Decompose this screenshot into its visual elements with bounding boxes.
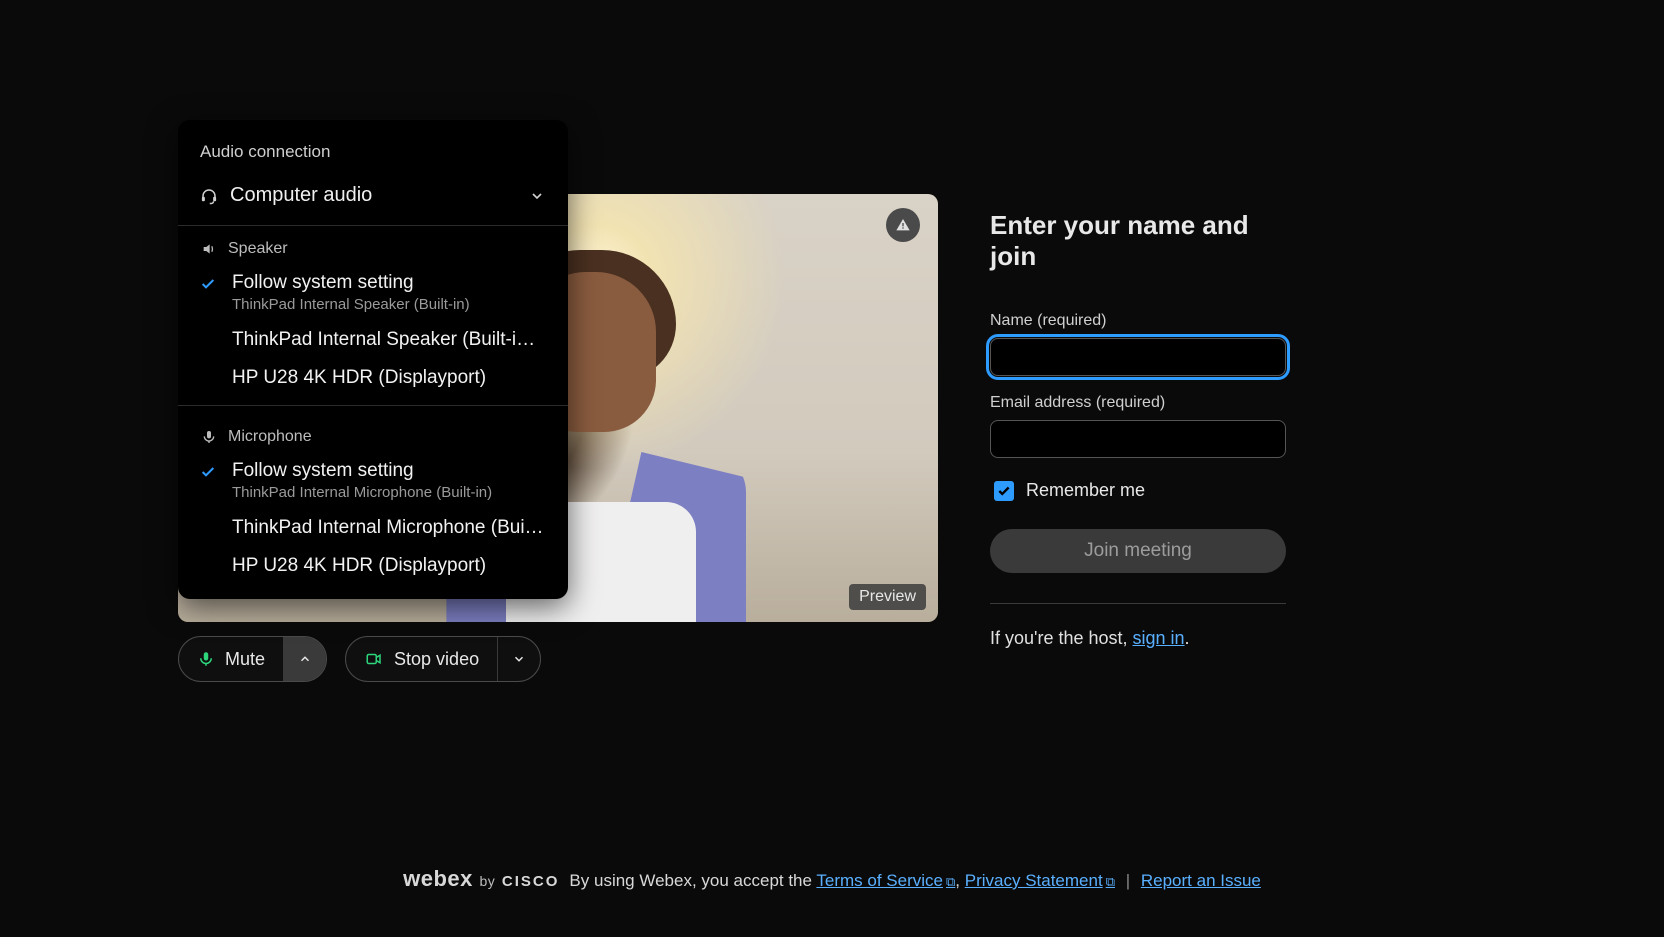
host-suffix: .	[1185, 628, 1190, 648]
microphone-section-label: Microphone	[228, 428, 312, 446]
video-options-caret[interactable]	[497, 637, 540, 681]
join-meeting-button[interactable]: Join meeting	[990, 529, 1286, 573]
preview-label: Preview	[849, 584, 926, 610]
chevron-down-icon	[512, 652, 526, 666]
headset-icon	[200, 187, 218, 205]
name-label: Name (required)	[990, 312, 1290, 330]
option-secondary: ThinkPad Internal Speaker (Built-in)	[232, 296, 546, 313]
speaker-section-header: Speaker	[178, 226, 568, 264]
host-prefix: If you're the host,	[990, 628, 1133, 648]
stop-video-button[interactable]: Stop video	[346, 637, 497, 681]
sign-in-link[interactable]: sign in	[1133, 628, 1185, 648]
speaker-section-label: Speaker	[228, 240, 288, 258]
remember-me-row[interactable]: Remember me	[994, 480, 1290, 501]
option-primary: HP U28 4K HDR (Displayport)	[232, 367, 546, 389]
warning-badge[interactable]	[886, 208, 920, 242]
terms-link[interactable]: Terms of Service⧉	[816, 871, 955, 890]
microphone-option[interactable]: Follow system setting ThinkPad Internal …	[178, 452, 568, 509]
option-primary: HP U28 4K HDR (Displayport)	[232, 555, 546, 577]
remember-me-checkbox[interactable]	[994, 481, 1014, 501]
divider	[178, 405, 568, 406]
check-icon	[200, 272, 220, 292]
check-icon	[200, 460, 220, 480]
chevron-up-icon	[298, 652, 312, 666]
audio-panel-title: Audio connection	[178, 138, 568, 174]
privacy-link[interactable]: Privacy Statement⧉	[965, 871, 1115, 890]
option-primary: ThinkPad Internal Microphone (Bui…	[232, 517, 546, 539]
brand-webex: webex	[403, 866, 473, 891]
mute-pill: Mute	[178, 636, 327, 682]
name-input[interactable]	[990, 338, 1286, 376]
brand-cisco: CISCO	[502, 873, 560, 890]
remember-me-label: Remember me	[1026, 480, 1145, 501]
brand-by: by	[479, 873, 495, 889]
option-primary: ThinkPad Internal Speaker (Built-i…	[232, 329, 546, 351]
footer: webex by CISCO By using Webex, you accep…	[0, 866, 1664, 892]
option-primary: Follow system setting	[232, 272, 546, 294]
option-primary: Follow system setting	[232, 460, 546, 482]
footer-text: By using Webex, you accept the Terms of …	[569, 871, 1260, 891]
form-heading: Enter your name and join	[990, 210, 1290, 272]
brand: webex by CISCO	[403, 866, 559, 892]
mute-button[interactable]: Mute	[179, 637, 283, 681]
email-input[interactable]	[990, 420, 1286, 458]
stop-video-label: Stop video	[394, 649, 479, 670]
audio-connection-panel: Audio connection Computer audio	[178, 120, 568, 599]
speaker-option[interactable]: ThinkPad Internal Speaker (Built-i…	[178, 321, 568, 359]
report-issue-link[interactable]: Report an Issue	[1141, 871, 1261, 890]
host-signin-line: If you're the host, sign in.	[990, 628, 1290, 649]
microphone-section-header: Microphone	[178, 414, 568, 452]
audio-mode-row[interactable]: Computer audio	[178, 174, 568, 226]
separator: |	[1126, 871, 1130, 890]
external-icon: ⧉	[1106, 874, 1115, 889]
stop-video-pill: Stop video	[345, 636, 541, 682]
divider	[990, 603, 1286, 604]
email-label: Email address (required)	[990, 394, 1290, 412]
join-form: Enter your name and join Name (required)…	[990, 210, 1290, 649]
microphone-option[interactable]: ThinkPad Internal Microphone (Bui…	[178, 509, 568, 547]
microphone-icon	[200, 428, 218, 446]
option-secondary: ThinkPad Internal Microphone (Built-in)	[232, 484, 546, 501]
mute-options-caret[interactable]	[283, 637, 326, 681]
speaker-icon	[200, 240, 218, 258]
mute-label: Mute	[225, 649, 265, 670]
speaker-option[interactable]: Follow system setting ThinkPad Internal …	[178, 264, 568, 321]
accept-prefix: By using Webex, you accept the	[569, 871, 816, 890]
chevron-down-icon	[528, 187, 546, 205]
controls-row: Mute Stop video	[178, 636, 541, 682]
camera-icon	[364, 650, 384, 668]
audio-mode-label: Computer audio	[230, 184, 516, 207]
speaker-option[interactable]: HP U28 4K HDR (Displayport)	[178, 359, 568, 397]
microphone-option[interactable]: HP U28 4K HDR (Displayport)	[178, 547, 568, 585]
microphone-icon	[197, 650, 215, 668]
external-icon: ⧉	[946, 874, 955, 889]
warning-icon	[895, 217, 911, 233]
